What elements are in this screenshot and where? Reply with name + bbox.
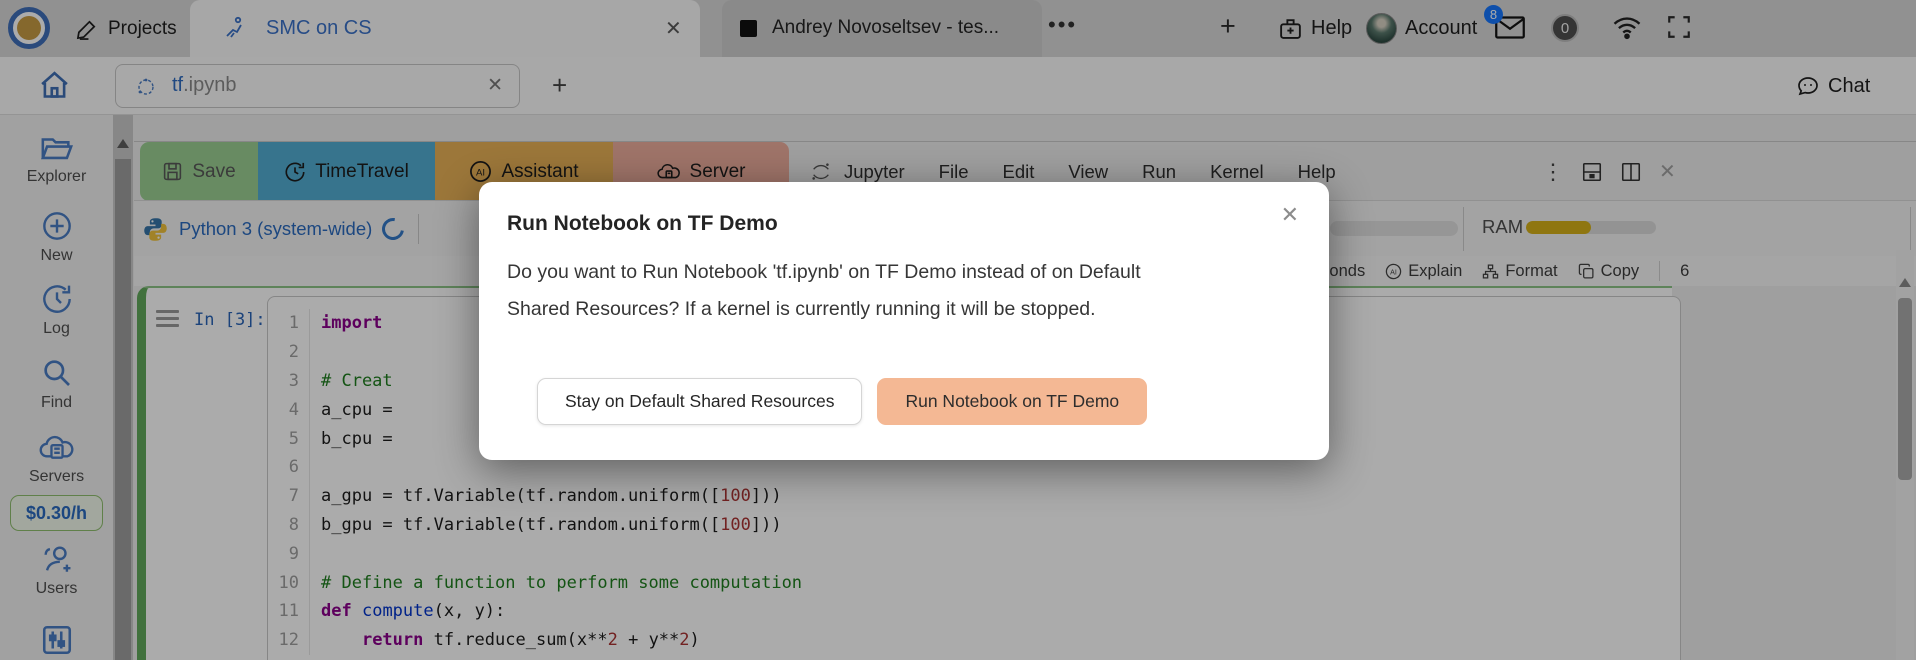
dialog-buttons: Stay on Default Shared Resources Run Not… xyxy=(537,378,1147,425)
run-on-tf-demo-button[interactable]: Run Notebook on TF Demo xyxy=(877,378,1147,425)
cocalc-app: Projects SMC on CS ✕ Andrey Novoseltsev … xyxy=(0,0,1916,660)
stay-on-default-button[interactable]: Stay on Default Shared Resources xyxy=(537,378,862,425)
dialog-body: Do you want to Run Notebook 'tf.ipynb' o… xyxy=(507,254,1303,328)
dialog-close-icon[interactable]: ✕ xyxy=(1281,202,1299,228)
dialog-body-line1: Do you want to Run Notebook 'tf.ipynb' o… xyxy=(507,261,1141,283)
dialog-title: Run Notebook on TF Demo xyxy=(507,212,778,236)
run-notebook-dialog: Run Notebook on TF Demo ✕ Do you want to… xyxy=(479,182,1329,460)
dialog-body-line2: Shared Resources? If a kernel is current… xyxy=(507,298,1096,320)
